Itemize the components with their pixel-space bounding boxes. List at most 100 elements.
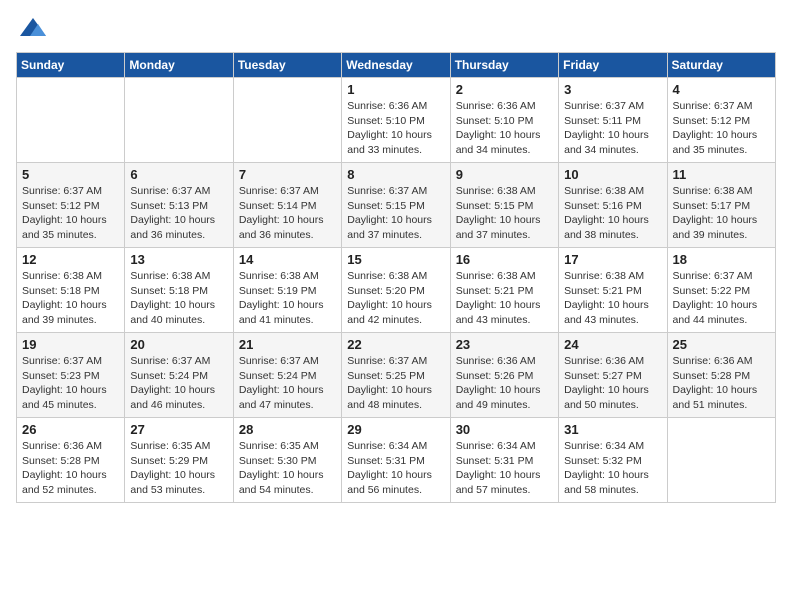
weekday-header-wednesday: Wednesday: [342, 53, 450, 78]
day-info: Sunrise: 6:36 AM Sunset: 5:10 PM Dayligh…: [456, 99, 553, 158]
calendar-table: SundayMondayTuesdayWednesdayThursdayFrid…: [16, 52, 776, 503]
calendar-cell: 1 Sunrise: 6:36 AM Sunset: 5:10 PM Daylig…: [342, 78, 450, 163]
day-number: 27: [130, 422, 227, 437]
day-info: Sunrise: 6:38 AM Sunset: 5:17 PM Dayligh…: [673, 184, 770, 243]
day-number: 8: [347, 167, 444, 182]
day-number: 30: [456, 422, 553, 437]
calendar-cell: 7 Sunrise: 6:37 AM Sunset: 5:14 PM Daylig…: [233, 163, 341, 248]
day-number: 29: [347, 422, 444, 437]
day-info: Sunrise: 6:38 AM Sunset: 5:18 PM Dayligh…: [130, 269, 227, 328]
calendar-cell: 24 Sunrise: 6:36 AM Sunset: 5:27 PM Dayli…: [559, 333, 667, 418]
logo: [16, 16, 50, 40]
day-info: Sunrise: 6:35 AM Sunset: 5:30 PM Dayligh…: [239, 439, 336, 498]
day-info: Sunrise: 6:38 AM Sunset: 5:15 PM Dayligh…: [456, 184, 553, 243]
calendar-cell: 14 Sunrise: 6:38 AM Sunset: 5:19 PM Dayli…: [233, 248, 341, 333]
day-info: Sunrise: 6:38 AM Sunset: 5:16 PM Dayligh…: [564, 184, 661, 243]
day-number: 3: [564, 82, 661, 97]
day-info: Sunrise: 6:36 AM Sunset: 5:26 PM Dayligh…: [456, 354, 553, 413]
day-number: 12: [22, 252, 119, 267]
day-number: 6: [130, 167, 227, 182]
day-info: Sunrise: 6:36 AM Sunset: 5:27 PM Dayligh…: [564, 354, 661, 413]
day-info: Sunrise: 6:38 AM Sunset: 5:19 PM Dayligh…: [239, 269, 336, 328]
day-number: 23: [456, 337, 553, 352]
day-number: 15: [347, 252, 444, 267]
calendar-cell: [17, 78, 125, 163]
day-info: Sunrise: 6:37 AM Sunset: 5:12 PM Dayligh…: [22, 184, 119, 243]
day-number: 17: [564, 252, 661, 267]
calendar-cell: 23 Sunrise: 6:36 AM Sunset: 5:26 PM Dayli…: [450, 333, 558, 418]
calendar-cell: 2 Sunrise: 6:36 AM Sunset: 5:10 PM Daylig…: [450, 78, 558, 163]
day-number: 1: [347, 82, 444, 97]
day-number: 9: [456, 167, 553, 182]
weekday-header-tuesday: Tuesday: [233, 53, 341, 78]
day-info: Sunrise: 6:38 AM Sunset: 5:20 PM Dayligh…: [347, 269, 444, 328]
calendar-cell: 4 Sunrise: 6:37 AM Sunset: 5:12 PM Daylig…: [667, 78, 775, 163]
day-info: Sunrise: 6:34 AM Sunset: 5:31 PM Dayligh…: [456, 439, 553, 498]
day-number: 2: [456, 82, 553, 97]
day-number: 7: [239, 167, 336, 182]
calendar-cell: 29 Sunrise: 6:34 AM Sunset: 5:31 PM Dayli…: [342, 418, 450, 503]
day-number: 19: [22, 337, 119, 352]
day-number: 26: [22, 422, 119, 437]
calendar-cell: 5 Sunrise: 6:37 AM Sunset: 5:12 PM Daylig…: [17, 163, 125, 248]
calendar-cell: 13Sunrise: 6:38 AM Sunset: 5:18 PM Dayli…: [125, 248, 233, 333]
weekday-header-sunday: Sunday: [17, 53, 125, 78]
week-row-3: 12 Sunrise: 6:38 AM Sunset: 5:18 PM Dayli…: [17, 248, 776, 333]
day-number: 28: [239, 422, 336, 437]
calendar-cell: 16 Sunrise: 6:38 AM Sunset: 5:21 PM Dayli…: [450, 248, 558, 333]
day-info: Sunrise: 6:38 AM Sunset: 5:18 PM Dayligh…: [22, 269, 119, 328]
day-number: 22: [347, 337, 444, 352]
day-info: Sunrise: 6:37 AM Sunset: 5:15 PM Dayligh…: [347, 184, 444, 243]
day-info: Sunrise: 6:36 AM Sunset: 5:28 PM Dayligh…: [22, 439, 119, 498]
day-number: 14: [239, 252, 336, 267]
day-number: 18: [673, 252, 770, 267]
weekday-header-thursday: Thursday: [450, 53, 558, 78]
logo-icon: [18, 16, 48, 40]
day-info: Sunrise: 6:35 AM Sunset: 5:29 PM Dayligh…: [130, 439, 227, 498]
day-info: Sunrise: 6:38 AM Sunset: 5:21 PM Dayligh…: [564, 269, 661, 328]
calendar-cell: 25 Sunrise: 6:36 AM Sunset: 5:28 PM Dayli…: [667, 333, 775, 418]
day-number: 16: [456, 252, 553, 267]
day-info: Sunrise: 6:36 AM Sunset: 5:10 PM Dayligh…: [347, 99, 444, 158]
day-info: Sunrise: 6:37 AM Sunset: 5:12 PM Dayligh…: [673, 99, 770, 158]
calendar-cell: 11 Sunrise: 6:38 AM Sunset: 5:17 PM Dayli…: [667, 163, 775, 248]
day-info: Sunrise: 6:37 AM Sunset: 5:24 PM Dayligh…: [239, 354, 336, 413]
day-info: Sunrise: 6:34 AM Sunset: 5:31 PM Dayligh…: [347, 439, 444, 498]
day-number: 11: [673, 167, 770, 182]
day-number: 24: [564, 337, 661, 352]
calendar-cell: 12 Sunrise: 6:38 AM Sunset: 5:18 PM Dayli…: [17, 248, 125, 333]
calendar-cell: 6 Sunrise: 6:37 AM Sunset: 5:13 PM Daylig…: [125, 163, 233, 248]
calendar-cell: 17 Sunrise: 6:38 AM Sunset: 5:21 PM Dayli…: [559, 248, 667, 333]
calendar-cell: 30 Sunrise: 6:34 AM Sunset: 5:31 PM Dayli…: [450, 418, 558, 503]
day-info: Sunrise: 6:37 AM Sunset: 5:25 PM Dayligh…: [347, 354, 444, 413]
day-info: Sunrise: 6:37 AM Sunset: 5:13 PM Dayligh…: [130, 184, 227, 243]
weekday-header-saturday: Saturday: [667, 53, 775, 78]
day-number: 25: [673, 337, 770, 352]
calendar-cell: 27 Sunrise: 6:35 AM Sunset: 5:29 PM Dayli…: [125, 418, 233, 503]
calendar-cell: 21 Sunrise: 6:37 AM Sunset: 5:24 PM Dayli…: [233, 333, 341, 418]
day-number: 21: [239, 337, 336, 352]
calendar-cell: 9 Sunrise: 6:38 AM Sunset: 5:15 PM Daylig…: [450, 163, 558, 248]
calendar-cell: 15 Sunrise: 6:38 AM Sunset: 5:20 PM Dayli…: [342, 248, 450, 333]
day-number: 4: [673, 82, 770, 97]
day-number: 5: [22, 167, 119, 182]
calendar-cell: [233, 78, 341, 163]
calendar-cell: 31Sunrise: 6:34 AM Sunset: 5:32 PM Dayli…: [559, 418, 667, 503]
calendar-cell: 19 Sunrise: 6:37 AM Sunset: 5:23 PM Dayli…: [17, 333, 125, 418]
calendar-cell: 28 Sunrise: 6:35 AM Sunset: 5:30 PM Dayli…: [233, 418, 341, 503]
weekday-header-monday: Monday: [125, 53, 233, 78]
day-info: Sunrise: 6:37 AM Sunset: 5:23 PM Dayligh…: [22, 354, 119, 413]
calendar-cell: 20Sunrise: 6:37 AM Sunset: 5:24 PM Dayli…: [125, 333, 233, 418]
day-info: Sunrise: 6:37 AM Sunset: 5:14 PM Dayligh…: [239, 184, 336, 243]
day-info: Sunrise: 6:38 AM Sunset: 5:21 PM Dayligh…: [456, 269, 553, 328]
calendar-cell: [667, 418, 775, 503]
day-info: Sunrise: 6:36 AM Sunset: 5:28 PM Dayligh…: [673, 354, 770, 413]
calendar-cell: [125, 78, 233, 163]
page-header: [16, 16, 776, 40]
day-info: Sunrise: 6:37 AM Sunset: 5:22 PM Dayligh…: [673, 269, 770, 328]
day-number: 10: [564, 167, 661, 182]
day-info: Sunrise: 6:37 AM Sunset: 5:24 PM Dayligh…: [130, 354, 227, 413]
week-row-5: 26 Sunrise: 6:36 AM Sunset: 5:28 PM Dayli…: [17, 418, 776, 503]
day-info: Sunrise: 6:34 AM Sunset: 5:32 PM Dayligh…: [564, 439, 661, 498]
calendar-cell: 10 Sunrise: 6:38 AM Sunset: 5:16 PM Dayli…: [559, 163, 667, 248]
